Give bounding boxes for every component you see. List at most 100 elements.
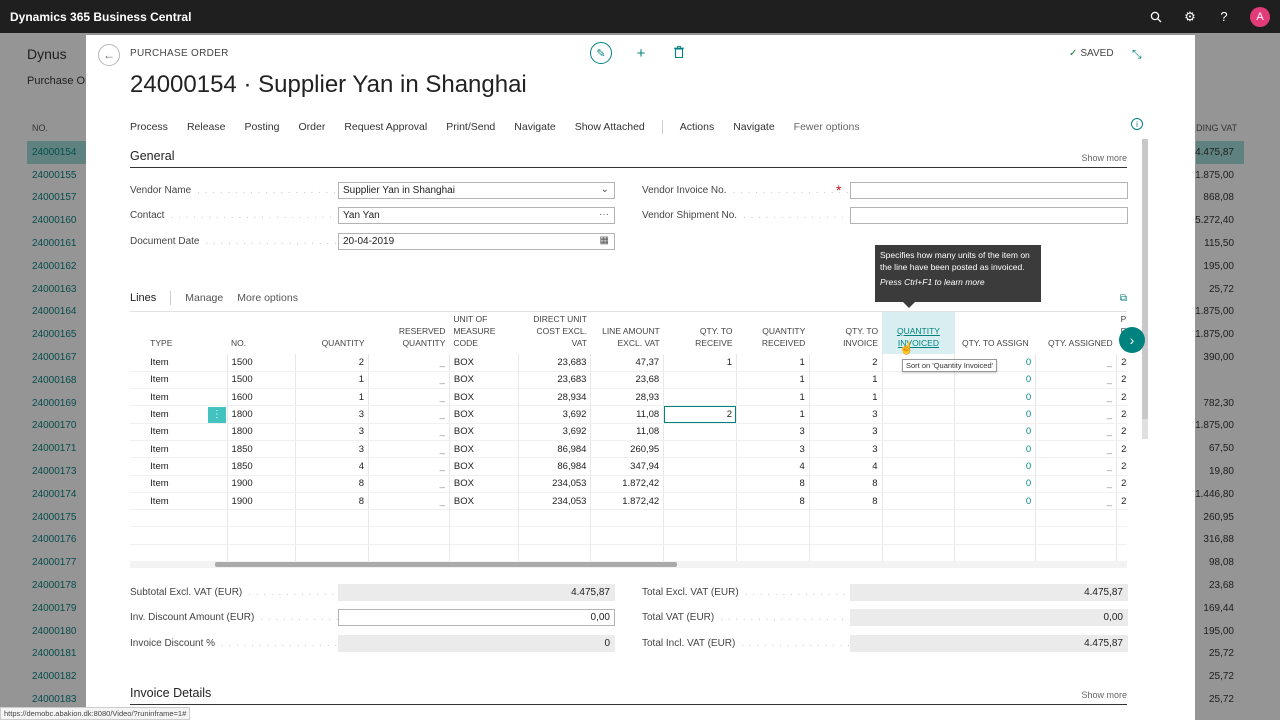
line-reserved[interactable]: _ (368, 388, 450, 407)
vertical-scrollbar-thumb[interactable] (1142, 139, 1148, 419)
line-qty-invoiced[interactable] (881, 423, 955, 441)
table-row[interactable]: Item18003_BOX3,69211,08330_27-0 (130, 423, 1127, 441)
line-uom[interactable]: BOX (448, 388, 519, 407)
line-amount[interactable]: 11,08 (590, 405, 664, 424)
line-qty-received[interactable]: 3 (736, 440, 810, 459)
line-quantity[interactable]: 2 (295, 354, 369, 372)
empty-cell[interactable] (448, 544, 519, 561)
row-marker[interactable] (207, 371, 228, 390)
col-header-qty-assigned[interactable]: QTY. ASSIGNED (1036, 312, 1117, 354)
collapse-icon[interactable]: ⤡ (1132, 47, 1142, 62)
line-no[interactable]: 1850 (226, 440, 296, 459)
empty-cell[interactable] (736, 509, 810, 528)
inv-discount-input[interactable]: 0,00 (338, 609, 615, 626)
empty-cell[interactable] (1116, 509, 1127, 528)
line-type[interactable]: Item (146, 423, 208, 441)
empty-cell[interactable] (808, 509, 883, 528)
search-icon[interactable] (1148, 9, 1164, 25)
line-qty-to-invoice[interactable]: 4 (808, 457, 883, 476)
line-quantity[interactable]: 8 (295, 492, 369, 511)
empty-cell[interactable] (1116, 544, 1127, 561)
line-amount[interactable]: 1.872,42 (590, 475, 664, 493)
line-qty-to-invoice[interactable]: 1 (808, 371, 883, 390)
help-icon[interactable]: ? (1216, 9, 1232, 25)
table-row[interactable]: Item18504_BOX86,984347,94440_24-0 (130, 457, 1127, 476)
line-reserved[interactable]: _ (368, 371, 450, 390)
empty-cell[interactable] (736, 526, 810, 545)
line-amount[interactable]: 28,93 (590, 388, 664, 407)
line-qty-to-assign[interactable]: 0 (954, 492, 1036, 511)
line-qty-assigned[interactable]: _ (1035, 423, 1117, 441)
row-marker[interactable] (207, 423, 228, 441)
line-qty-to-invoice[interactable]: 3 (808, 405, 883, 424)
line-direct-cost[interactable]: 3,692 (517, 405, 591, 424)
line-uom[interactable]: BOX (448, 405, 519, 424)
line-qty-received[interactable]: 1 (736, 354, 810, 372)
empty-cell[interactable] (207, 509, 228, 528)
empty-cell[interactable] (954, 509, 1036, 528)
col-header-qty-to-receive[interactable]: QTY. TO RECEIVE (664, 312, 737, 354)
empty-cell[interactable] (146, 544, 208, 561)
empty-cell[interactable] (295, 526, 369, 545)
empty-cell[interactable] (448, 509, 519, 528)
line-qty-to-invoice[interactable]: 8 (808, 492, 883, 511)
line-quantity[interactable]: 1 (295, 371, 369, 390)
action-process[interactable]: Process (130, 121, 168, 133)
line-no[interactable]: 1850 (226, 457, 296, 476)
line-planned-date[interactable]: 24-0 (1116, 440, 1127, 459)
line-qty-assigned[interactable]: _ (1035, 388, 1117, 407)
line-planned-date[interactable]: 27-0 (1116, 423, 1127, 441)
line-planned-date[interactable]: 24-0 (1116, 457, 1127, 476)
empty-cell[interactable] (207, 544, 228, 561)
line-type[interactable]: Item (146, 475, 208, 493)
vendor-name-input[interactable]: Supplier Yan in Shanghai ⌄ (338, 182, 615, 199)
line-planned-date[interactable]: 24-0 (1116, 388, 1127, 407)
empty-cell[interactable] (295, 544, 369, 561)
chevron-down-icon[interactable]: ⌄ (601, 184, 609, 195)
line-uom[interactable]: BOX (448, 475, 519, 493)
line-qty-invoiced[interactable] (881, 457, 955, 476)
empty-cell[interactable] (226, 509, 296, 528)
table-row[interactable]: Item18503_BOX86,984260,95330_24-0 (130, 440, 1127, 459)
line-type[interactable]: Item (146, 354, 208, 372)
empty-cell[interactable] (1035, 544, 1117, 561)
empty-cell[interactable] (295, 509, 369, 528)
line-direct-cost[interactable]: 86,984 (517, 440, 591, 459)
line-qty-to-receive[interactable]: 1 (663, 354, 737, 372)
vendor-shipment-input[interactable] (850, 207, 1128, 224)
line-type[interactable]: Item (146, 457, 208, 476)
line-planned-date[interactable]: 27-0 (1116, 492, 1127, 511)
line-qty-to-assign[interactable]: 0 (954, 457, 1036, 476)
empty-cell[interactable] (207, 526, 228, 545)
empty-cell[interactable] (130, 544, 147, 561)
row-marker[interactable] (207, 475, 228, 493)
line-no[interactable]: 1600 (226, 388, 296, 407)
horizontal-scrollbar[interactable] (130, 561, 1127, 568)
line-qty-received[interactable]: 3 (736, 423, 810, 441)
line-type[interactable]: Item (146, 405, 208, 424)
line-uom[interactable]: BOX (448, 371, 519, 390)
empty-cell[interactable] (881, 544, 955, 561)
empty-cell[interactable] (881, 509, 955, 528)
line-qty-invoiced[interactable] (881, 492, 955, 511)
lines-title[interactable]: Lines (130, 292, 156, 304)
line-uom[interactable]: BOX (448, 457, 519, 476)
line-reserved[interactable]: _ (368, 423, 450, 441)
empty-cell[interactable] (517, 544, 591, 561)
empty-cell[interactable] (663, 509, 737, 528)
empty-cell[interactable] (808, 544, 883, 561)
empty-row[interactable] (130, 544, 1127, 561)
line-quantity[interactable]: 4 (295, 457, 369, 476)
row-marker[interactable] (207, 492, 228, 511)
line-uom[interactable]: BOX (448, 354, 519, 372)
empty-cell[interactable] (1116, 526, 1127, 545)
line-quantity[interactable]: 3 (295, 405, 369, 424)
col-header-qty-to-invoice[interactable]: QTY. TO INVOICE (809, 312, 882, 354)
line-uom[interactable]: BOX (448, 492, 519, 511)
line-planned-date[interactable]: 24-0 (1116, 475, 1127, 493)
next-record-button[interactable]: › (1119, 327, 1145, 353)
line-qty-to-assign[interactable]: 0 (954, 388, 1036, 407)
expand-icon[interactable]: ⧉ (1120, 293, 1127, 304)
table-row[interactable]: Item19008_BOX234,0531.872,42880_27-0 (130, 492, 1127, 511)
row-marker[interactable] (207, 457, 228, 476)
